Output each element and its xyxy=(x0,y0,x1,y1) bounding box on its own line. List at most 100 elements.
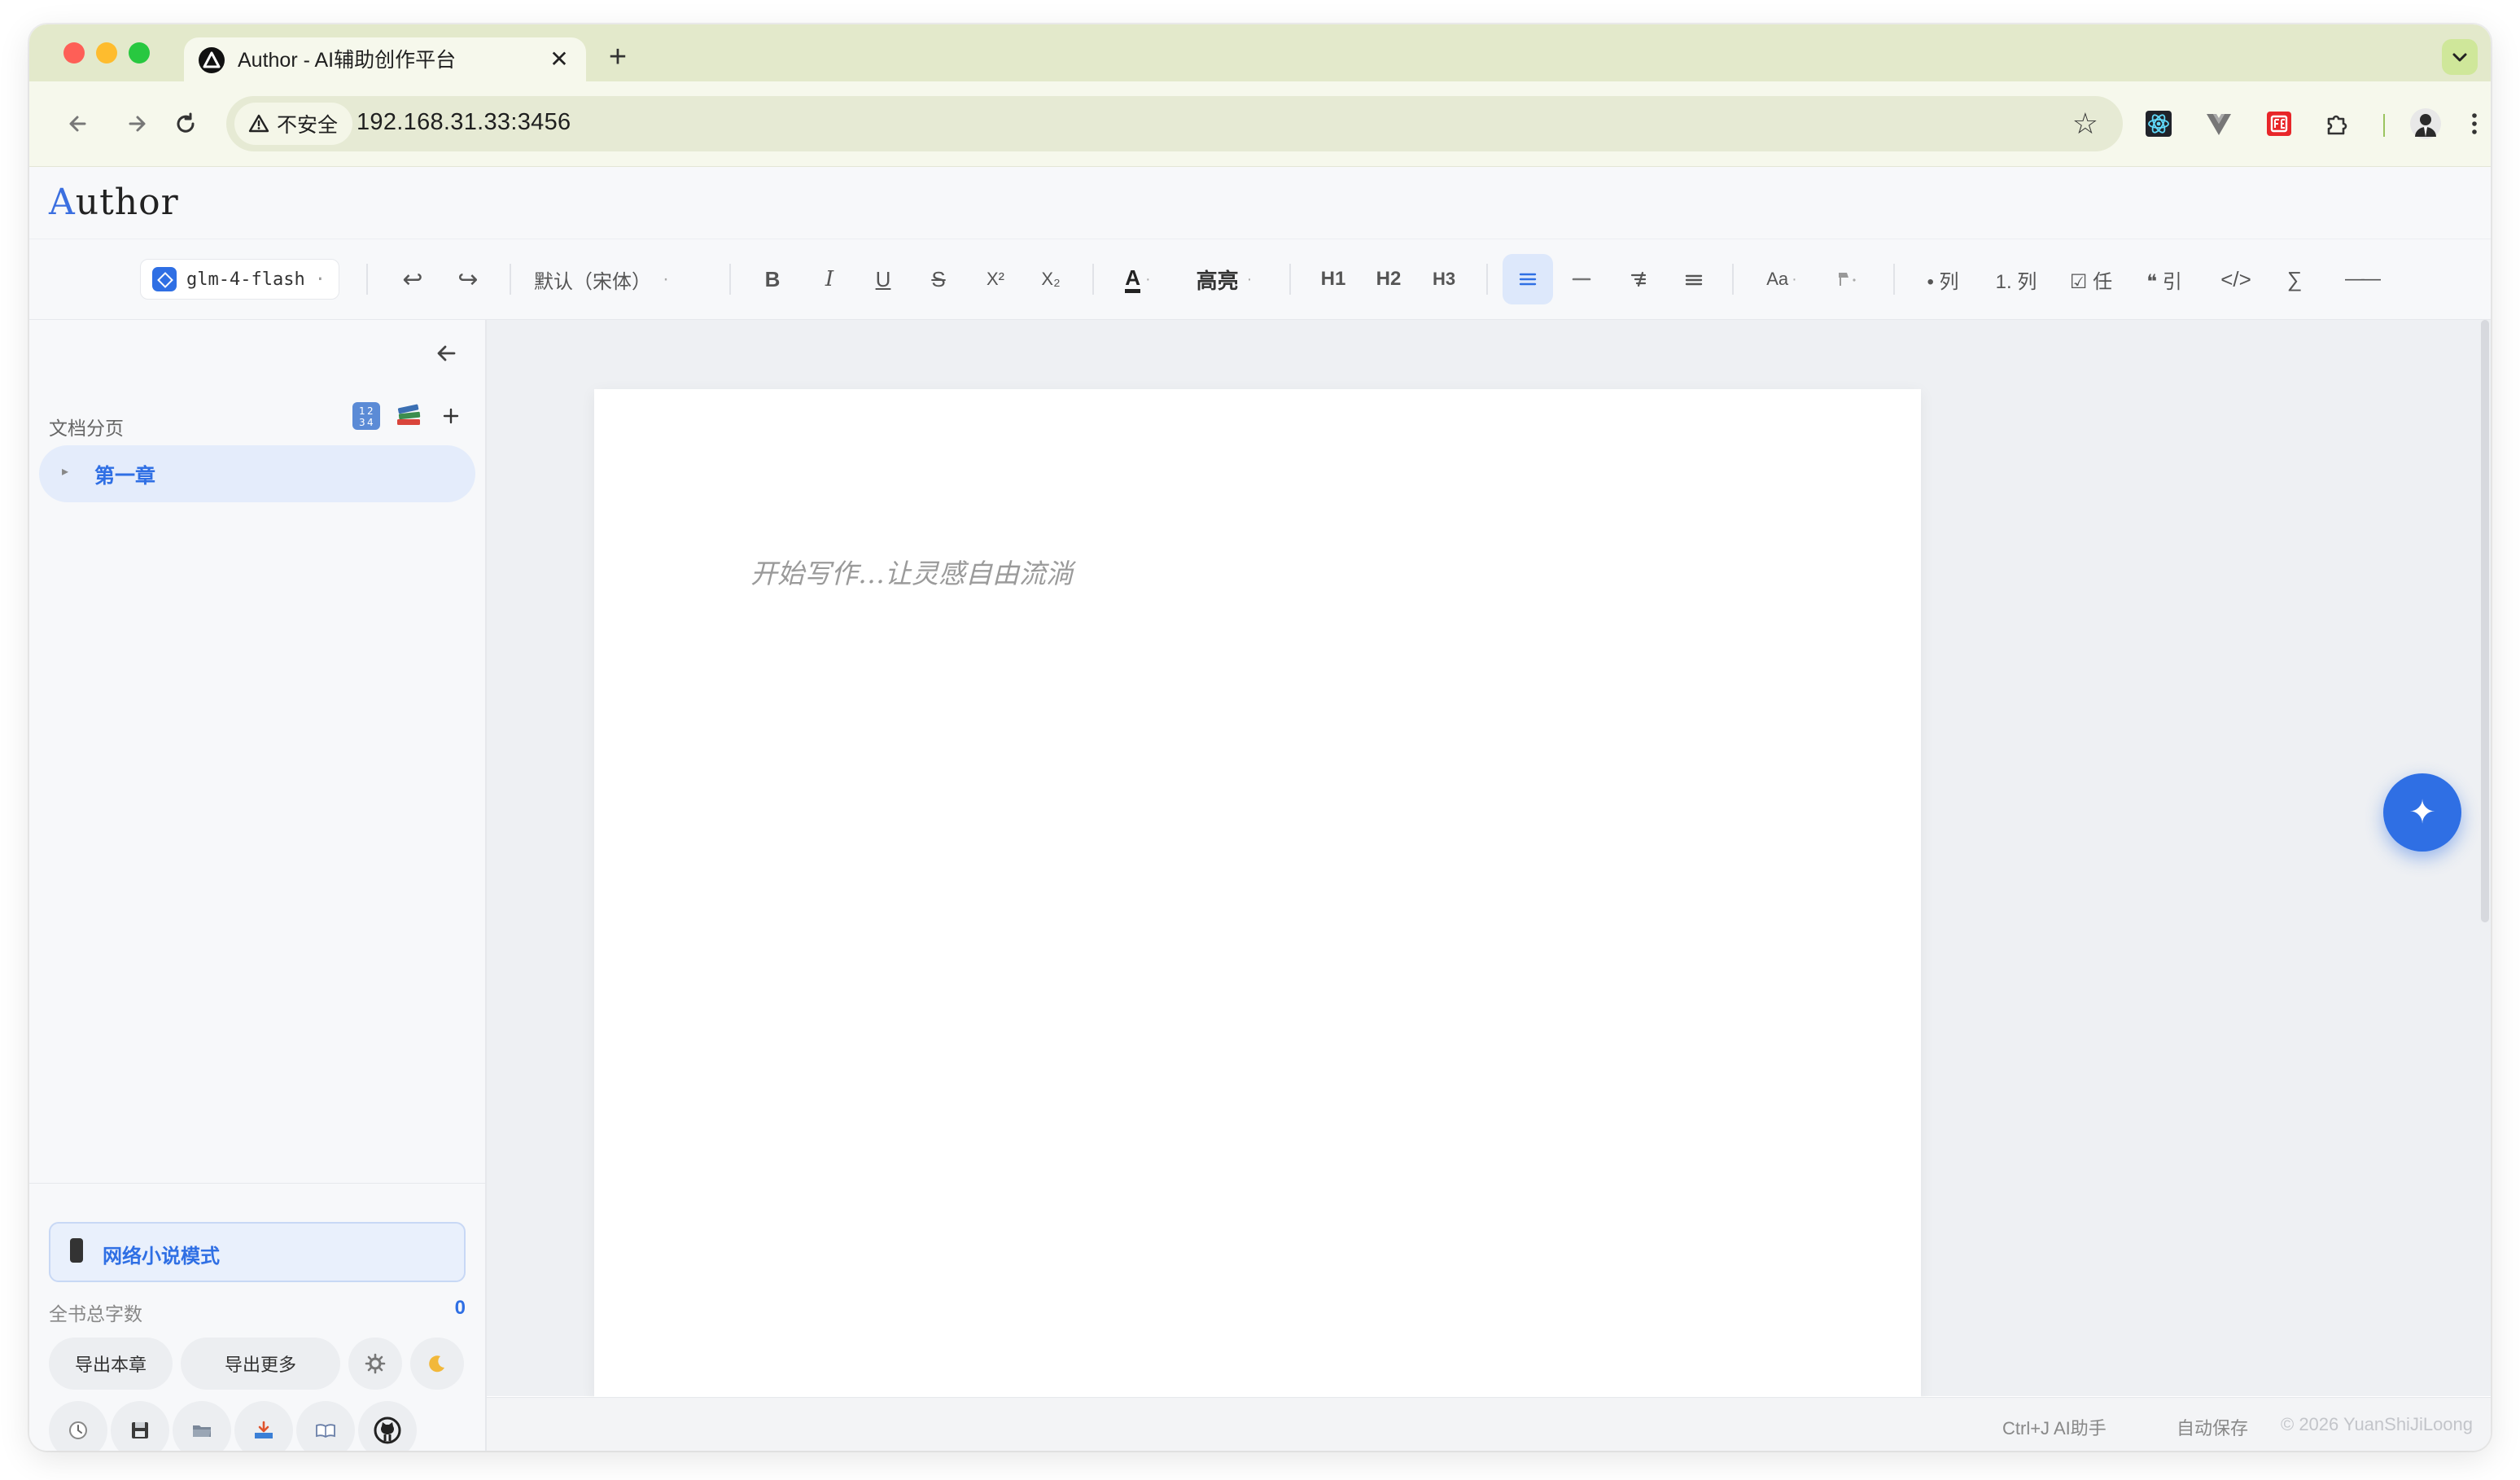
code-block-button[interactable]: </> xyxy=(2211,261,2261,298)
logo-first-letter: A xyxy=(49,182,76,223)
export-more-button[interactable]: 导出更多 xyxy=(181,1338,340,1390)
read-mode-button[interactable] xyxy=(296,1401,355,1451)
align-center-icon xyxy=(1572,278,1591,281)
svg-text:1: 1 xyxy=(359,405,365,417)
font-family-value: 默认（宋体） xyxy=(534,270,651,293)
redo-button[interactable]: ↪ xyxy=(448,261,488,298)
underline-button[interactable]: U xyxy=(863,261,903,298)
italic-button[interactable]: I xyxy=(809,261,850,298)
highlight-button[interactable]: 高亮 · xyxy=(1183,261,1265,298)
react-devtools-extension-icon[interactable] xyxy=(2141,106,2177,142)
expand-caret-icon[interactable]: ▸ xyxy=(62,463,68,479)
bookmark-star-icon[interactable]: ☆ xyxy=(2072,107,2098,140)
text-color-button[interactable]: A · xyxy=(1113,261,1162,298)
text-color-glyph: A xyxy=(1125,266,1141,293)
subscript-button[interactable]: X₂ xyxy=(1029,261,1073,298)
ai-assistant-fab[interactable]: ✦ xyxy=(2383,773,2461,852)
heading-1-button[interactable]: H1 xyxy=(1312,261,1354,298)
warning-icon xyxy=(248,114,269,133)
align-left-icon xyxy=(1519,273,1537,286)
tab-close-button[interactable]: ✕ xyxy=(545,46,573,73)
autosave-status: 自动保存 xyxy=(2177,1418,2249,1438)
vue-devtools-extension-icon[interactable] xyxy=(2201,106,2237,142)
open-folder-button[interactable] xyxy=(173,1401,231,1451)
close-window-button[interactable] xyxy=(63,42,85,63)
browser-tab-active[interactable]: Author - AI辅助创作平台 ✕ xyxy=(184,37,586,81)
books-button[interactable] xyxy=(394,401,423,431)
highlight-caret: · xyxy=(1246,269,1253,288)
mode-label: 网络小说模式 xyxy=(103,1246,220,1268)
editor-page[interactable]: 开始写作…让灵感自由流淌 xyxy=(594,389,1921,1399)
app-header: Author xyxy=(29,167,2491,239)
svg-text:4: 4 xyxy=(367,417,374,428)
browser-menu-button[interactable] xyxy=(2465,106,2484,142)
browser-toolbar: 不安全 192.168.31.33:3456 ☆ xyxy=(29,81,2491,167)
section-label: 文档分页 xyxy=(49,418,124,439)
align-justify-button[interactable] xyxy=(1673,261,1714,298)
superscript-button[interactable]: X² xyxy=(973,261,1017,298)
chapter-item[interactable]: ▸ 第一章 xyxy=(39,445,475,502)
formula-button[interactable]: ∑ xyxy=(2274,261,2315,298)
site-security-chip[interactable]: 不安全 xyxy=(234,103,353,145)
toolbar-separator xyxy=(1893,264,1895,295)
export-chapter-button[interactable]: 导出本章 xyxy=(49,1338,173,1390)
heading-2-button[interactable]: H2 xyxy=(1367,261,1410,298)
toolbar-separator xyxy=(366,264,368,295)
import-button[interactable] xyxy=(234,1401,293,1451)
security-label: 不安全 xyxy=(277,114,339,137)
github-button[interactable] xyxy=(358,1401,417,1451)
heading-3-button[interactable]: H3 xyxy=(1423,261,1465,298)
toolbar-separator xyxy=(1289,264,1291,295)
gear-icon xyxy=(365,1353,386,1374)
blockquote-button[interactable]: ❝ 引 xyxy=(2134,261,2194,298)
collapse-sidebar-button[interactable] xyxy=(428,335,466,372)
tab-search-button[interactable] xyxy=(2442,39,2478,75)
settings-button[interactable] xyxy=(348,1338,402,1390)
model-caret: · xyxy=(314,269,326,290)
font-size-caret: · xyxy=(1792,269,1797,288)
profile-avatar[interactable] xyxy=(2408,106,2443,142)
numbering-button[interactable]: 1234 xyxy=(352,401,381,431)
strikethrough-button[interactable]: S xyxy=(918,261,959,298)
save-button[interactable] xyxy=(111,1401,169,1451)
minimize-window-button[interactable] xyxy=(96,42,117,63)
undo-button[interactable]: ↩ xyxy=(392,261,433,298)
editor-placeholder: 开始写作…让灵感自由流淌 xyxy=(750,558,1073,589)
vertical-scrollbar[interactable] xyxy=(2481,320,2489,922)
ordered-list-button[interactable]: 1. 列 xyxy=(1986,261,2046,298)
horizontal-rule-button[interactable]: —— xyxy=(2325,261,2398,298)
sidebar-divider xyxy=(29,1183,485,1184)
web-novel-mode-button[interactable]: 网络小说模式 xyxy=(49,1222,466,1282)
extensions-puzzle-icon[interactable] xyxy=(2320,106,2356,142)
font-size-button[interactable]: Aa · xyxy=(1753,261,1810,298)
address-bar[interactable]: 不安全 192.168.31.33:3456 ☆ xyxy=(226,96,2123,151)
text-color-caret: · xyxy=(1145,269,1151,288)
folder-icon xyxy=(193,1425,211,1437)
model-selector[interactable]: glm-4-flash · xyxy=(140,259,339,300)
numbers-icon: 1 23 4 xyxy=(352,402,380,430)
model-diamond-icon xyxy=(152,267,177,291)
task-list-button[interactable]: ☑ 任 xyxy=(2063,261,2120,298)
dark-mode-button[interactable] xyxy=(410,1338,464,1390)
url-text[interactable]: 192.168.31.33:3456 xyxy=(357,109,571,136)
phone-icon xyxy=(70,1238,83,1263)
highlight-label: 高亮 xyxy=(1196,268,1239,293)
new-tab-button[interactable]: + xyxy=(599,39,637,77)
back-button[interactable] xyxy=(60,106,96,142)
add-page-button[interactable] xyxy=(436,401,466,431)
bullet-list-button[interactable]: • 列 xyxy=(1914,261,1971,298)
forward-button[interactable] xyxy=(119,106,155,142)
app-logo[interactable]: Author xyxy=(49,182,179,223)
align-right-button[interactable] xyxy=(1618,261,1659,298)
font-family-select[interactable]: 默认（宋体） · xyxy=(534,261,713,298)
align-right-icon xyxy=(1630,271,1647,287)
reload-button[interactable] xyxy=(168,106,203,142)
history-button[interactable] xyxy=(49,1401,107,1451)
align-justify-icon xyxy=(1685,274,1703,286)
format-painter-button[interactable] xyxy=(1822,261,1870,298)
maximize-window-button[interactable] xyxy=(129,42,150,63)
fe-helper-extension-icon[interactable] xyxy=(2261,106,2297,142)
bold-button[interactable]: B xyxy=(752,261,793,298)
align-left-button[interactable] xyxy=(1503,254,1553,304)
align-center-button[interactable] xyxy=(1561,261,1602,298)
